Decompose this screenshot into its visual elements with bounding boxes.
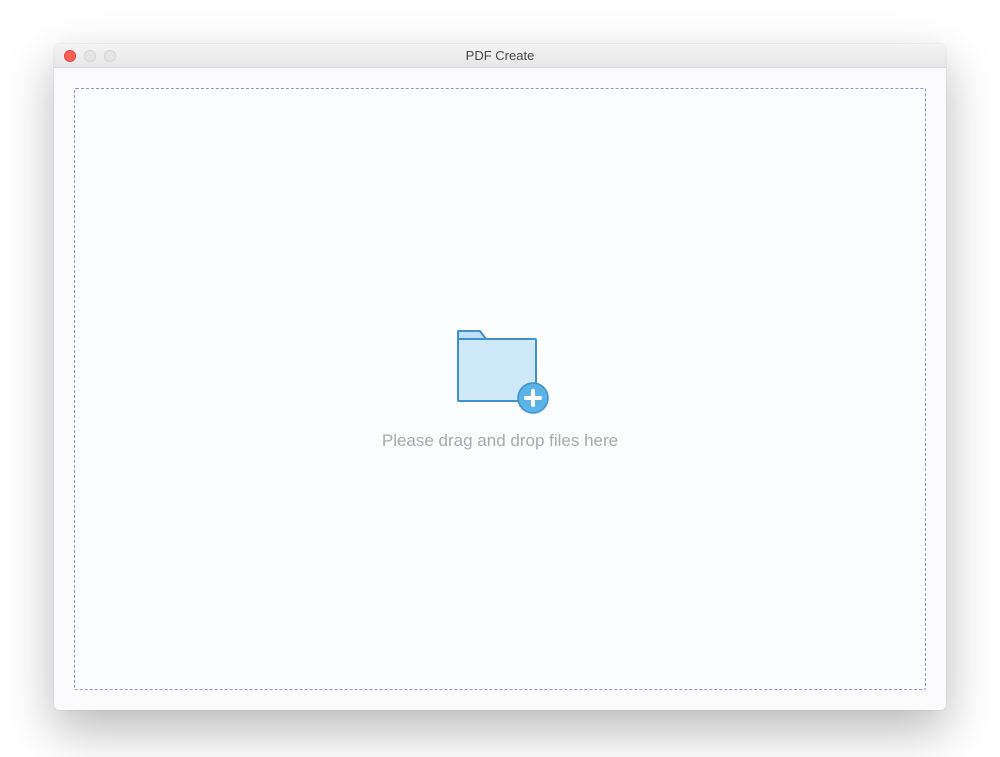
app-window: PDF Create Please drag and drop files he… [54, 44, 946, 710]
folder-add-icon [450, 327, 550, 415]
window-content: Please drag and drop files here [54, 68, 946, 710]
close-button[interactable] [64, 50, 76, 62]
file-dropzone[interactable]: Please drag and drop files here [74, 88, 926, 690]
maximize-button[interactable] [104, 50, 116, 62]
window-title: PDF Create [54, 48, 946, 63]
traffic-lights [54, 44, 116, 67]
dropzone-label: Please drag and drop files here [382, 431, 618, 451]
titlebar: PDF Create [54, 44, 946, 68]
minimize-button[interactable] [84, 50, 96, 62]
